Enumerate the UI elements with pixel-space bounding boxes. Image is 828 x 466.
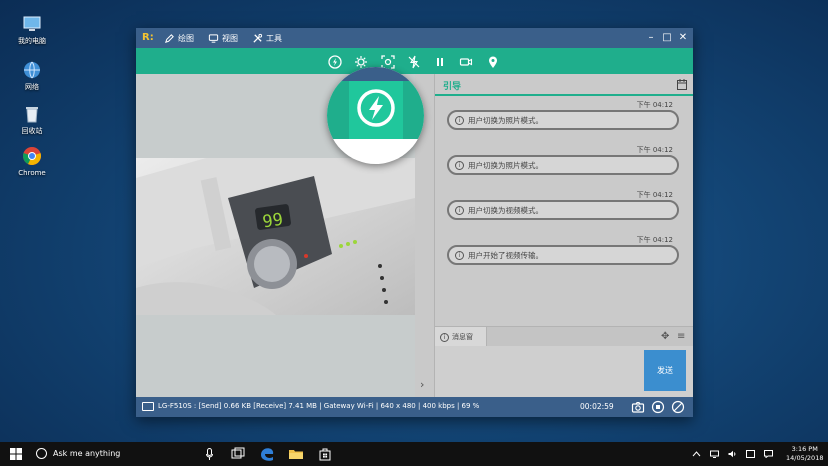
chat-title: 引导 [443,82,462,92]
maximize-button[interactable]: □ [661,31,673,45]
desktop-icon-my-computer[interactable]: 我的电脑 [12,14,52,46]
menu-label: 视图 [222,33,238,43]
input-tabs: i 消息窗 ✥ ≡ [435,326,693,347]
message-bubble: i 用户开始了视频传输。 [447,245,679,265]
info-icon: i [440,332,449,342]
stop-icon [651,400,665,414]
move-icon[interactable]: ✥ [661,331,669,342]
microphone-icon[interactable] [206,448,213,460]
info-icon: i [455,205,464,215]
session-timer: 00:02:59 [580,402,614,411]
volume-icon[interactable] [728,450,737,458]
location-pin-icon [489,56,497,68]
tab-message-window[interactable]: i 消息窗 [435,327,487,347]
message-time: 下午 04:12 [636,146,673,154]
network-status-icon[interactable] [710,450,719,458]
taskbar-search[interactable]: Ask me anything [53,449,120,458]
message-bubble: i 用户切换为视频模式。 [447,200,679,220]
send-button[interactable]: 发送 [644,350,686,391]
video-camera-icon [459,58,473,66]
video-button[interactable] [459,54,473,68]
magnifier-title-band [327,67,424,81]
menu-label: 工具 [266,33,282,43]
disconnect-button[interactable] [671,400,685,414]
clock-date: 14/05/2018 [786,454,824,462]
message-text: 用户切换为照片模式。 [468,160,543,170]
tools-icon [253,33,263,43]
clock-time: 3:16 PM [791,445,818,453]
washing-machine-photo: 99 [136,158,415,315]
flash-icon [357,89,395,127]
desktop-icon-label: 回收站 [21,127,43,135]
chat-header: 引导 [435,74,693,96]
flash-off-button[interactable] [407,54,421,69]
language-icon[interactable] [746,450,755,458]
message-bubble: i 用户切换为照片模式。 [447,110,679,130]
status-bar: LG-F510S : [Send] 0.66 KB [Receive] 7.41… [136,397,693,417]
taskbar: Ask me anything 3:16 PM 14/05/2018 [0,442,828,466]
monitor-icon [208,33,219,43]
desktop-icon-label: 网络 [25,83,39,91]
menu-view[interactable]: 视图 [208,31,238,45]
message-text: 用户开始了视频传输。 [468,250,543,260]
store-icon[interactable] [316,445,334,463]
menu-label: 绘图 [178,33,194,43]
info-icon: i [455,115,464,125]
menu-icon[interactable]: ≡ [677,331,685,342]
info-icon: i [455,250,464,260]
tab-label: 消息窗 [452,333,473,341]
edge-browser-icon[interactable] [258,445,276,463]
menu-tools[interactable]: 工具 [252,31,282,45]
minimize-button[interactable]: – [645,31,657,45]
close-button[interactable]: ✕ [677,31,689,45]
flash-button[interactable] [328,54,342,69]
desktop-icon-label: 我的电脑 [18,37,46,45]
message-time: 下午 04:12 [636,191,673,199]
file-explorer-icon[interactable] [287,445,305,463]
status-text: LG-F510S : [Send] 0.66 KB [Receive] 7.41… [158,402,480,410]
chrome-icon [22,146,42,166]
pause-button[interactable] [433,54,447,68]
desktop-icon-label: Chrome [18,169,46,177]
menu-draw[interactable]: 绘图 [164,31,194,45]
message-bubble: i 用户切换为照片模式。 [447,155,679,175]
device-icon [142,402,154,411]
computer-icon [22,14,42,34]
message-text: 用户切换为视频模式。 [468,205,543,215]
no-signal-icon [671,400,685,414]
message-text: 用户切换为照片模式。 [468,115,543,125]
settings-button[interactable] [354,54,368,68]
pause-icon [437,58,443,66]
message-time: 下午 04:12 [636,101,673,109]
chat-panel: 引导 下午 04:12 i 用户切换为照片模式。 下午 04:12 i 用户切换… [435,74,693,397]
pencil-icon [165,33,174,43]
svg-text:99: 99 [261,210,284,233]
desktop-icon-chrome[interactable]: Chrome [12,146,52,178]
desktop-icon-network[interactable]: 网络 [12,60,52,92]
title-bar: R: 绘图 视图 工具 – □ ✕ [136,28,693,48]
snapshot-button[interactable] [631,400,645,414]
capture-button[interactable] [381,54,395,69]
task-view-icon[interactable] [229,445,247,463]
recycle-bin-icon [22,104,42,124]
location-button[interactable] [486,54,500,68]
network-icon [22,60,42,80]
windows-start-icon[interactable] [10,448,22,460]
stop-button[interactable] [651,400,665,414]
calendar-icon[interactable] [677,79,687,90]
magnifier-callout [327,67,424,164]
chevron-up-icon[interactable] [692,450,701,458]
notification-icon[interactable] [764,450,773,458]
message-time: 下午 04:12 [636,236,673,244]
camera-icon [631,401,645,413]
taskbar-clock[interactable]: 3:16 PM 14/05/2018 [786,445,823,463]
search-icon[interactable] [36,448,47,459]
desktop-icon-recycle-bin[interactable]: 回收站 [12,104,52,136]
info-icon: i [455,160,464,170]
chevron-right-icon[interactable]: › [420,378,424,391]
app-logo: R: [142,32,154,43]
